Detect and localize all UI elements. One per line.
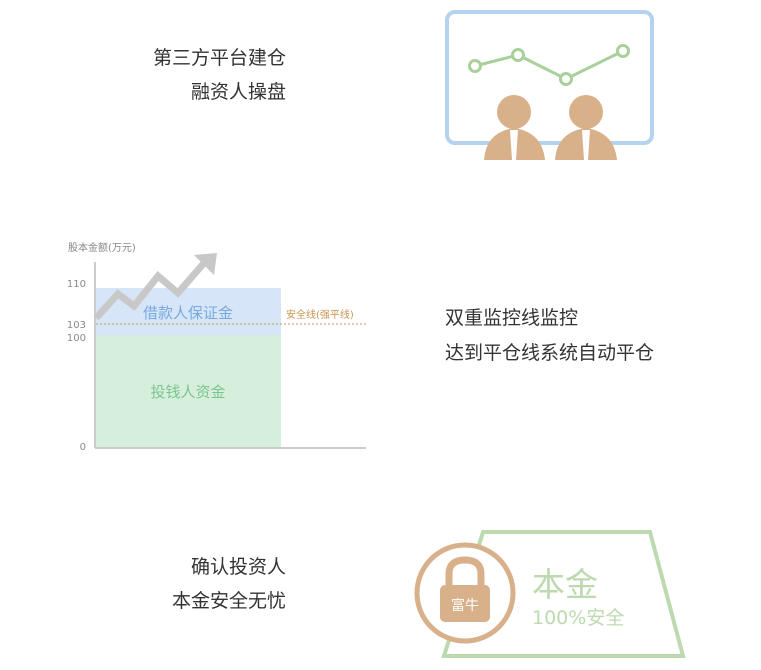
lock-text: 富牛 [451, 597, 479, 614]
presentation-board-icon [445, 10, 654, 145]
tick-label: 0 [80, 442, 86, 453]
capital-label: 投钱人资金 [150, 383, 225, 401]
chart-ylabel: 股本金额(万元) [68, 241, 136, 254]
illustration-layer: 股本金额(万元) 110 103 100 0 借款人保证金 投钱人资金 安全线(… [67, 10, 686, 658]
section2-line1: 双重监控线监控 [445, 307, 579, 329]
safety-line-label: 安全线(强平线) [286, 308, 354, 321]
section3-line1: 确认投资人 [190, 556, 286, 578]
lock-icon: 富牛 [414, 542, 516, 644]
tick-label: 100 [67, 333, 86, 344]
margin-label: 借款人保证金 [143, 304, 233, 322]
section2-line2: 达到平仓线系统自动平仓 [445, 342, 655, 364]
tick-label: 103 [67, 320, 86, 331]
tick-label: 110 [67, 279, 86, 290]
margin-chart: 股本金额(万元) 110 103 100 0 借款人保证金 投钱人资金 安全线(… [67, 241, 366, 453]
section3-line2: 本金安全无忧 [171, 590, 286, 612]
principal-title: 本金 [532, 565, 598, 604]
principal-sub: 100%安全 [532, 607, 624, 629]
